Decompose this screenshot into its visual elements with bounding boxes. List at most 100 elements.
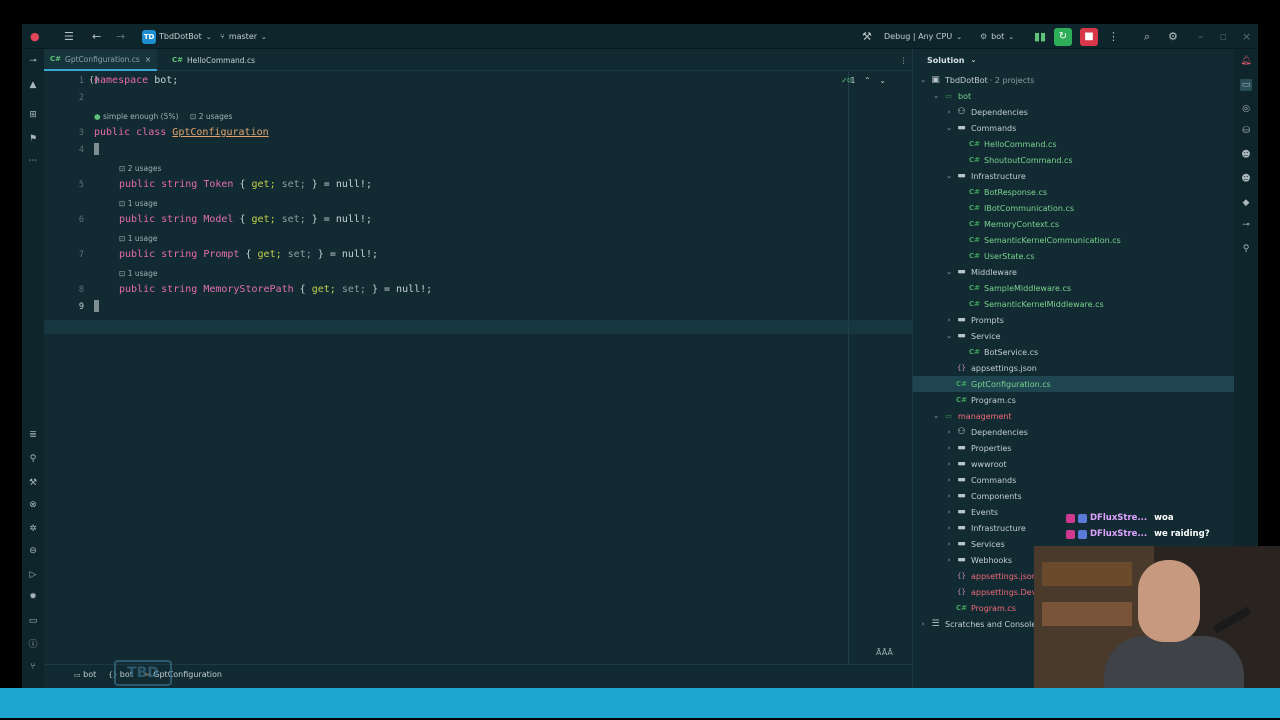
tab-overflow-menu[interactable]: ⋮	[894, 49, 914, 71]
chevron-down-icon[interactable]: ⌄	[930, 412, 942, 420]
settings-gear-icon[interactable]: ⚙	[1168, 24, 1178, 49]
terminal-toggle-icon[interactable]: ⊖	[27, 545, 39, 557]
tree-item[interactable]: C# Program.cs	[913, 392, 1235, 408]
build-icon[interactable]: ⚒	[862, 24, 872, 49]
model-usages-hint[interactable]: ⊡ 1 usage	[119, 199, 157, 208]
rerun-button[interactable]: ↻	[1054, 24, 1072, 49]
chevron-right-icon[interactable]: ›	[943, 508, 955, 516]
reader-mode-icon[interactable]: ĀĀĀ	[876, 648, 893, 657]
close-tab-icon[interactable]: ×	[145, 55, 151, 64]
explorer-icon[interactable]: ▭	[1240, 79, 1252, 91]
tree-item[interactable]: C# MemoryContext.cs	[913, 216, 1235, 232]
chevron-right-icon[interactable]: ›	[943, 316, 955, 324]
database-icon[interactable]: ⛁	[1240, 125, 1252, 137]
restore-icon[interactable]: ◻	[1220, 24, 1227, 49]
close-icon[interactable]: ×	[1242, 24, 1251, 49]
tree-item[interactable]: C# HelloCommand.cs	[913, 136, 1235, 152]
hierarchy-icon[interactable]: ⊞	[27, 109, 39, 121]
tree-item[interactable]: ⌄ ▭ bot	[913, 88, 1235, 104]
tree-item[interactable]: ⌄ ▬ Commands	[913, 120, 1235, 136]
minimize-icon[interactable]: –	[1198, 24, 1204, 49]
notifications-icon[interactable]: 🔔︎	[1240, 55, 1252, 67]
debug-tool-icon[interactable]: ✹	[27, 591, 39, 603]
tree-item[interactable]: {} appsettings.json	[913, 360, 1235, 376]
project-switcher[interactable]: TD TbdDotBot ⌄	[142, 24, 212, 49]
breadcrumb-item[interactable]: ▭ bot	[74, 670, 96, 679]
run-tool-icon[interactable]: ▷	[27, 569, 39, 581]
more-actions-icon[interactable]: ⋮	[1108, 24, 1119, 49]
services-icon[interactable]: ⚲	[27, 453, 39, 465]
unit-tests-icon[interactable]: ✲	[27, 523, 39, 535]
tree-item[interactable]: ⌄ ▬ Infrastructure	[913, 168, 1235, 184]
ai-assistant-icon[interactable]: ◎	[1240, 103, 1252, 115]
chevron-right-icon[interactable]: ›	[943, 108, 955, 116]
search-icon[interactable]: ⌕	[1144, 24, 1150, 49]
todo-icon[interactable]: ≣	[27, 429, 39, 441]
class-usages-hint[interactable]: ⊡ 2 usages	[190, 112, 232, 121]
tree-item[interactable]: C# UserState.cs	[913, 248, 1235, 264]
complexity-hint[interactable]: ● simple enough (5%)	[94, 112, 178, 121]
chevron-down-icon[interactable]: ⌄	[930, 92, 942, 100]
nuget-icon[interactable]: ◆	[1240, 197, 1252, 209]
tree-item[interactable]: ⌄ ▬ Service	[913, 328, 1235, 344]
assistant-icon[interactable]: ☻	[1240, 173, 1252, 185]
tree-item[interactable]: ⌄ ▣ TbdDotBot · 2 projects	[913, 72, 1235, 88]
chevron-right-icon[interactable]: ›	[943, 556, 955, 564]
chevron-right-icon[interactable]: ›	[943, 476, 955, 484]
copilot-icon[interactable]: ☻	[1240, 149, 1252, 161]
stop-button[interactable]: ■	[1080, 24, 1098, 49]
chevron-down-icon[interactable]: ⌄	[943, 124, 955, 132]
chevron-down-icon[interactable]: ⌄	[943, 172, 955, 180]
code-editor[interactable]: ☺ ✓ 1 ⌃ ⌄ namespace bot; ● simple enough…	[94, 72, 912, 657]
terminal-icon[interactable]: ▭	[27, 615, 39, 627]
tree-item[interactable]: › ⚇ Dependencies	[913, 424, 1235, 440]
tree-item[interactable]: ⌄ ▭ management	[913, 408, 1235, 424]
chevron-right-icon[interactable]: ›	[943, 460, 955, 468]
tab-gpt-configuration[interactable]: C# GptConfiguration.cs ×	[44, 49, 158, 71]
git-icon[interactable]: ⑂	[27, 661, 39, 673]
tree-item[interactable]: C# BotService.cs	[913, 344, 1235, 360]
chevron-down-icon[interactable]: ⌄	[943, 268, 955, 276]
chevron-right-icon[interactable]: ›	[917, 620, 929, 628]
tree-item[interactable]: C# SemanticKernelCommunication.cs	[913, 232, 1235, 248]
tree-item[interactable]: › ▬ wwwroot	[913, 456, 1235, 472]
commit-icon[interactable]: ⊸	[27, 55, 39, 67]
chevron-right-icon[interactable]: ›	[943, 540, 955, 548]
chevron-right-icon[interactable]: ›	[943, 444, 955, 452]
bookmarks-icon[interactable]: ⚑	[27, 133, 39, 145]
tree-item[interactable]: C# SampleMiddleware.cs	[913, 280, 1235, 296]
branch-switcher[interactable]: ⑂ master ⌄	[220, 24, 267, 49]
tree-item[interactable]: C# IBotCommunication.cs	[913, 200, 1235, 216]
chevron-right-icon[interactable]: ›	[943, 492, 955, 500]
problems-icon[interactable]: ⓘ	[27, 639, 39, 651]
back-arrow-icon[interactable]: ←	[92, 24, 101, 49]
tree-item[interactable]: C# SemanticKernelMiddleware.cs	[913, 296, 1235, 312]
endpoints-icon[interactable]: ⊸	[1240, 219, 1252, 231]
tree-item[interactable]: C# BotResponse.cs	[913, 184, 1235, 200]
tree-item[interactable]: › ⚇ Dependencies	[913, 104, 1235, 120]
token-usages-hint[interactable]: ⊡ 2 usages	[119, 164, 161, 173]
endpoints-icon[interactable]: ⊗	[27, 499, 39, 511]
path-usages-hint[interactable]: ⊡ 1 usage	[119, 269, 157, 278]
solution-header[interactable]: Solution ⌄	[913, 49, 1235, 71]
chevron-down-icon[interactable]: ⌄	[917, 76, 929, 84]
run-config-selector[interactable]: ⚙ bot ⌄	[980, 24, 1014, 49]
tree-item[interactable]: › ▬ Components	[913, 488, 1235, 504]
problems-indicator[interactable]: ✓ 1 ⌃ ⌄	[841, 76, 886, 85]
chevron-right-icon[interactable]: ›	[943, 428, 955, 436]
debug-icon[interactable]: ▮▮	[1034, 24, 1046, 49]
main-menu-icon[interactable]: ☰	[64, 24, 74, 49]
build-tool-icon[interactable]: ⚒	[27, 477, 39, 489]
app-logo-icon[interactable]: ●	[30, 24, 40, 49]
tree-item[interactable]: C# GptConfiguration.cs	[913, 376, 1235, 392]
more-tools-icon[interactable]: ⋯	[27, 155, 39, 167]
tree-item[interactable]: ⌄ ▬ Middleware	[913, 264, 1235, 280]
coverage-icon[interactable]: ⚲	[1240, 243, 1252, 255]
tree-item[interactable]: C# ShoutoutCommand.cs	[913, 152, 1235, 168]
chevron-down-icon[interactable]: ⌄	[943, 332, 955, 340]
tree-item[interactable]: › ▬ Prompts	[913, 312, 1235, 328]
tree-item[interactable]: › ▬ Properties	[913, 440, 1235, 456]
tree-item[interactable]: › ▬ Commands	[913, 472, 1235, 488]
prompt-usages-hint[interactable]: ⊡ 1 usage	[119, 234, 157, 243]
forward-arrow-icon[interactable]: →	[116, 24, 125, 49]
